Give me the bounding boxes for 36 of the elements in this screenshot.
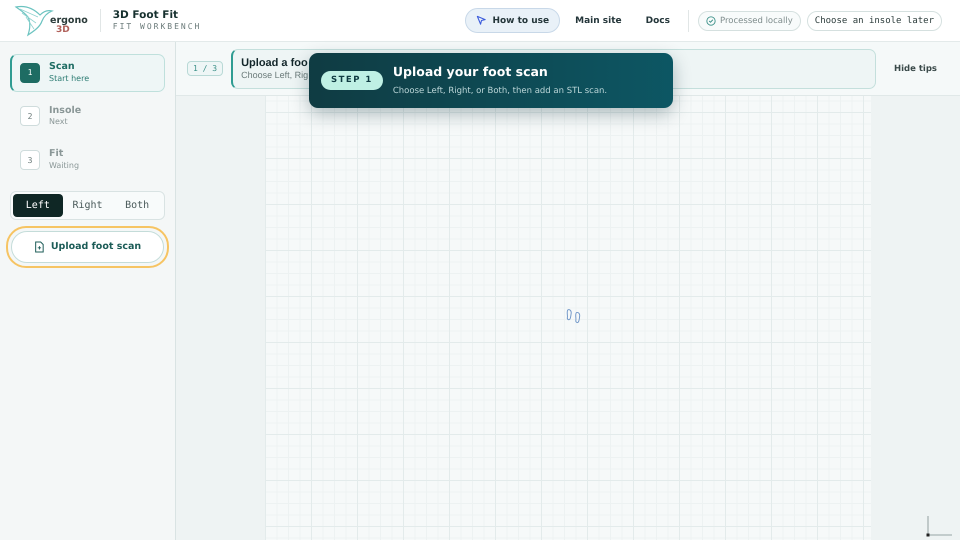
logo-subtext: 3D: [56, 26, 70, 35]
step-label: STEP 1: [321, 71, 383, 90]
step-number: 3: [20, 150, 40, 170]
logo-text: ergono: [50, 16, 88, 26]
step-item[interactable]: 3 Fit Waiting: [10, 141, 165, 179]
step-title: Insole: [49, 104, 82, 118]
status-badge: Processed locally: [698, 10, 801, 30]
nav-link[interactable]: Docs: [636, 8, 679, 32]
app-title: 3D Foot Fit: [112, 8, 180, 22]
step-status: Start here: [49, 74, 90, 85]
side-option[interactable]: Both: [112, 194, 162, 217]
step-status: Next: [49, 117, 69, 128]
nav-link[interactable]: Main site: [566, 8, 631, 32]
step-number: 1: [20, 62, 40, 83]
axes-icon: [924, 514, 954, 538]
hide-tips-button[interactable]: Hide tips: [888, 62, 943, 74]
step-item[interactable]: 2 Insole Next: [10, 98, 165, 136]
step-item[interactable]: 1 Scan Start here: [10, 54, 165, 92]
cursor-icon: [476, 15, 488, 26]
tip-counter: 1 / 3: [187, 61, 224, 76]
file-icon: [34, 240, 44, 253]
tooltip-title: Upload your foot scan: [392, 64, 549, 80]
step-number: 2: [20, 106, 40, 126]
side-option[interactable]: Left: [13, 194, 63, 217]
app-subtitle: FIT WORKBENCH: [112, 22, 202, 32]
footprints-icon: [565, 308, 582, 325]
step-title: Fit: [49, 148, 64, 162]
tip-text: Choose Left, Rig: [241, 70, 308, 82]
tooltip-text: Choose Left, Right, or Both, then add an STL scan.: [392, 86, 608, 97]
upload-button[interactable]: Upload foot scan: [11, 230, 164, 263]
choose-insole-button[interactable]: Choose an insole later: [806, 10, 942, 30]
side-option[interactable]: Right: [62, 194, 112, 217]
step-status: Waiting: [49, 161, 80, 172]
tip-title: Upload a foo: [241, 56, 308, 70]
step-title: Scan: [49, 61, 76, 74]
nav-link[interactable]: How to use: [465, 8, 560, 33]
